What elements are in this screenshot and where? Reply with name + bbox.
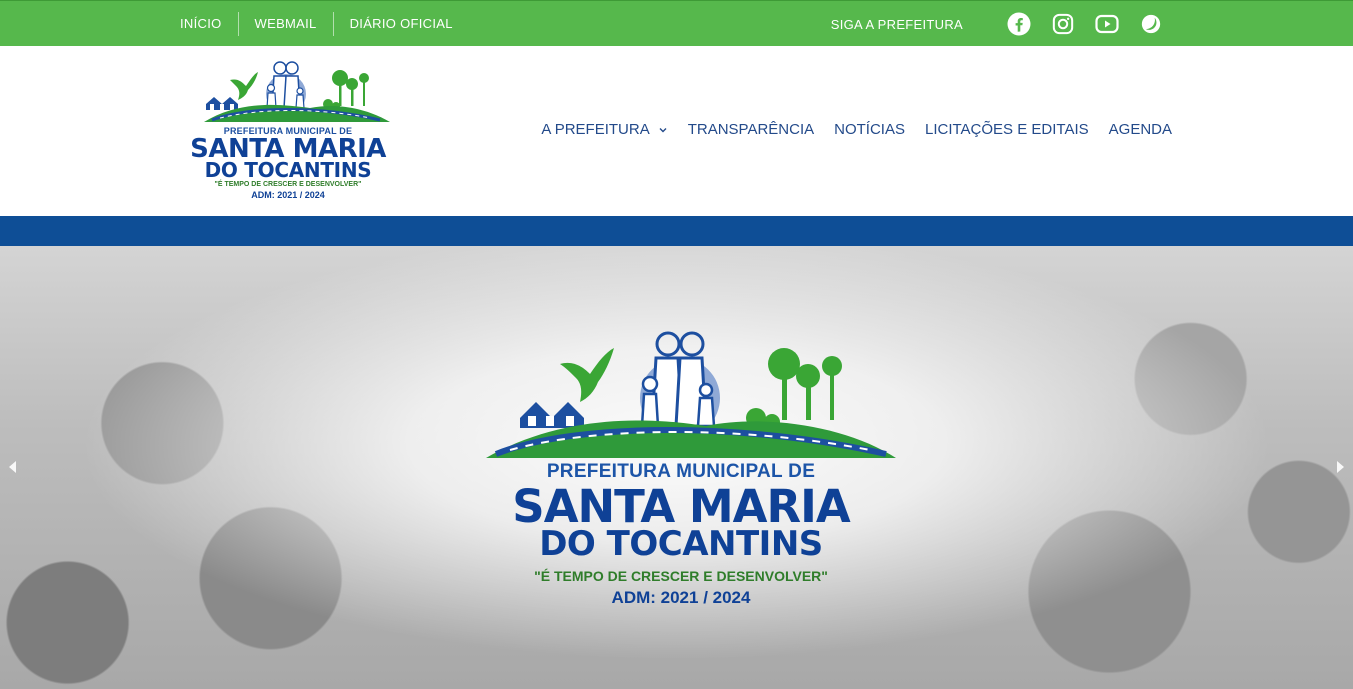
top-links: INÍCIO WEBMAIL DIÁRIO OFICIAL: [180, 12, 469, 36]
nav-licitacoes[interactable]: LICITAÇÕES E EDITAIS: [925, 121, 1089, 138]
next-arrow-icon[interactable]: [1333, 459, 1347, 475]
hero-slider: PREFEITURA MUNICIPAL DE SANTA MARIA DO T…: [0, 246, 1353, 689]
top-bar: INÍCIO WEBMAIL DIÁRIO OFICIAL SIGA A PRE…: [0, 0, 1353, 46]
prev-arrow-icon[interactable]: [6, 459, 20, 475]
blue-band: [0, 216, 1353, 246]
hero-logo-emblem: [486, 331, 896, 458]
link-webmail[interactable]: WEBMAIL: [239, 12, 333, 36]
link-inicio[interactable]: INÍCIO: [180, 12, 238, 36]
nav-agenda[interactable]: AGENDA: [1109, 121, 1172, 138]
link-diario-oficial[interactable]: DIÁRIO OFICIAL: [334, 12, 469, 36]
instagram-icon[interactable]: [1051, 12, 1075, 36]
nav-a-prefeitura[interactable]: A PREFEITURA: [541, 121, 667, 138]
hero-logo: PREFEITURA MUNICIPAL DE SANTA MARIA DO T…: [466, 330, 896, 610]
youtube-icon[interactable]: [1095, 12, 1119, 36]
site-header: PREFEITURA MUNICIPAL DE SANTA MARIA DO T…: [0, 46, 1353, 216]
nav-label: A PREFEITURA: [541, 121, 650, 138]
hero-adm: ADM: 2021 / 2024: [611, 588, 751, 607]
logo-slogan: "É TEMPO DE CRESCER E DESENVOLVER": [214, 181, 362, 188]
social-links: SIGA A PREFEITURA: [831, 11, 1163, 37]
site-logo[interactable]: PREFEITURA MUNICIPAL DE SANTA MARIA DO T…: [180, 60, 396, 202]
main-nav: A PREFEITURA TRANSPARÊNCIA NOTÍCIAS LICI…: [541, 121, 1172, 138]
facebook-icon[interactable]: [1007, 12, 1031, 36]
nav-noticias[interactable]: NOTÍCIAS: [834, 121, 905, 138]
logo-emblem: [204, 61, 390, 122]
nav-transparencia[interactable]: TRANSPARÊNCIA: [688, 121, 814, 138]
follow-label: SIGA A PREFEITURA: [830, 16, 963, 32]
chevron-down-icon: [658, 125, 668, 135]
hero-slogan: "É TEMPO DE CRESCER E DESENVOLVER": [534, 568, 828, 584]
logo-adm: ADM: 2021 / 2024: [251, 190, 325, 200]
contrast-icon[interactable]: [1139, 12, 1163, 36]
logo-line3: DO TOCANTINS: [204, 158, 372, 182]
hero-line3: DO TOCANTINS: [539, 524, 823, 564]
